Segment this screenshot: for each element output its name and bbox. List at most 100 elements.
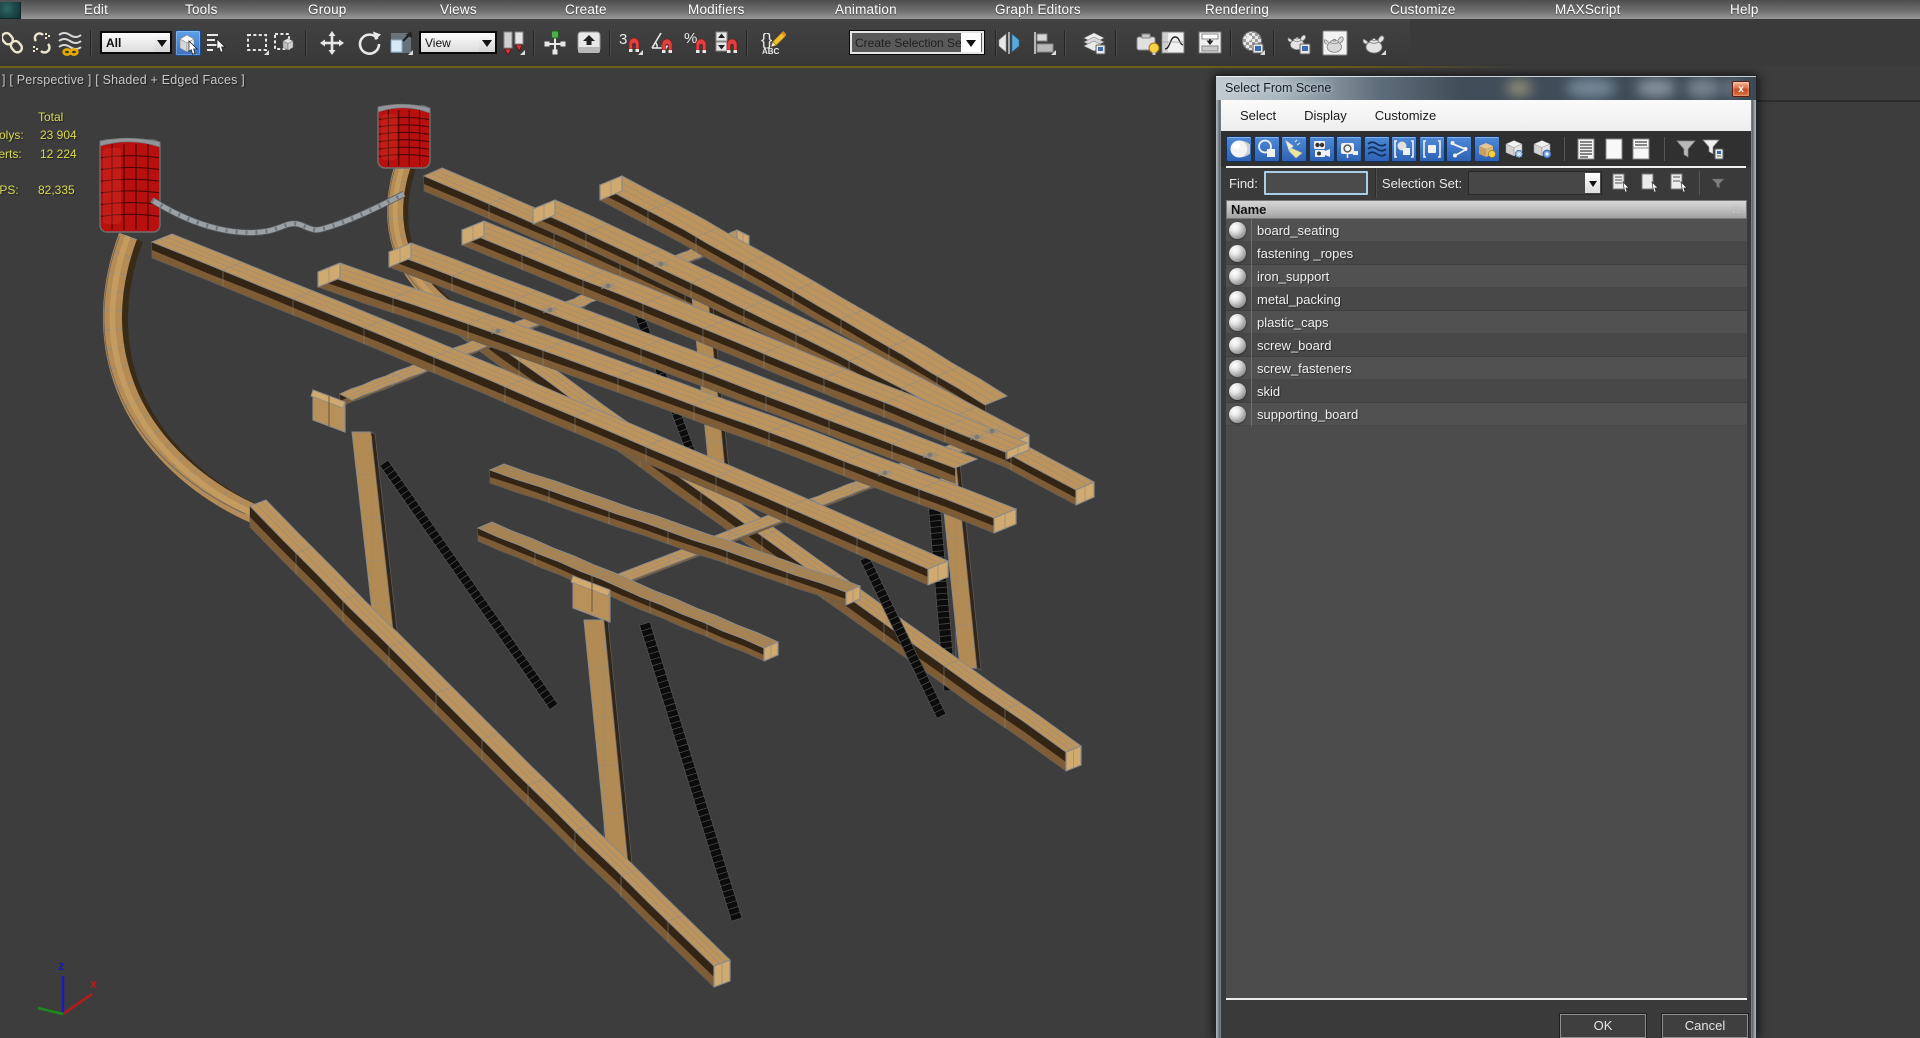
percent-snap-toggle-icon[interactable]: %: [684, 30, 710, 56]
menu-maxscript[interactable]: MAXScript: [1555, 0, 1621, 19]
reference-coordinate-system-combo[interactable]: View: [419, 31, 497, 54]
display-groups-icon[interactable]: [1391, 136, 1417, 162]
use-pivot-point-center-icon[interactable]: [500, 30, 526, 56]
dialog-titlebar[interactable]: Select From Scene x: [1215, 75, 1757, 100]
select-and-link-icon[interactable]: [1, 30, 27, 56]
display-space-warps-icon[interactable]: [1363, 136, 1390, 162]
close-icon[interactable]: x: [1732, 81, 1750, 97]
dialog-menu-customize[interactable]: Customize: [1361, 108, 1450, 123]
unlink-selection-icon[interactable]: [29, 30, 55, 56]
menu-group[interactable]: Group: [308, 0, 347, 19]
list-item[interactable]: supporting_board: [1226, 402, 1747, 426]
bind-to-space-warp-icon[interactable]: [57, 30, 83, 56]
screw-junction-mark: [490, 327, 506, 335]
list-item[interactable]: plastic_caps: [1226, 310, 1747, 334]
dialog-title: Select From Scene: [1225, 81, 1332, 95]
render-setup-icon[interactable]: [1287, 30, 1313, 56]
menu-help[interactable]: Help: [1730, 0, 1759, 19]
combo-arrow-icon[interactable]: [154, 33, 170, 52]
menu-views[interactable]: Views: [440, 0, 477, 19]
display-lights-icon[interactable]: [1281, 136, 1307, 162]
rectangular-selection-region-icon[interactable]: [244, 30, 270, 56]
selection-set-combo[interactable]: [1468, 171, 1603, 195]
filter-combo-icon[interactable]: [1709, 174, 1727, 192]
select-and-scale-icon[interactable]: [388, 30, 414, 56]
snaps-toggle-icon[interactable]: 3: [618, 30, 644, 56]
mirror-icon[interactable]: [996, 30, 1022, 56]
cancel-button[interactable]: Cancel: [1661, 1013, 1749, 1038]
menu-rendering[interactable]: Rendering: [1205, 0, 1269, 19]
combination-filter-icon[interactable]: [1700, 136, 1726, 162]
subtract-from-set-icon[interactable]: [1669, 172, 1689, 194]
dialog-button-bar: OK Cancel: [1221, 1001, 1751, 1038]
menu-modifiers[interactable]: Modifiers: [688, 0, 745, 19]
list-item[interactable]: iron_support: [1226, 264, 1747, 288]
menu-tools[interactable]: Tools: [185, 0, 218, 19]
combo-arrow-icon[interactable]: [961, 33, 981, 52]
rendered-frame-window-icon[interactable]: [1322, 30, 1348, 56]
schematic-view-icon[interactable]: [1197, 30, 1223, 56]
display-none-icon[interactable]: [1601, 136, 1627, 162]
find-input[interactable]: [1263, 171, 1368, 195]
keyboard-shortcut-override-icon[interactable]: [576, 30, 602, 56]
toolbar-separator: [609, 29, 611, 56]
display-all-icon[interactable]: [1573, 136, 1599, 162]
display-containers-icon[interactable]: [1473, 136, 1500, 162]
menu-graph-editors[interactable]: Graph Editors: [995, 0, 1081, 19]
edit-named-selection-sets-icon[interactable]: {} ABC: [760, 30, 786, 56]
manage-layers-icon[interactable]: [1082, 30, 1108, 56]
list-item[interactable]: screw_board: [1226, 333, 1747, 357]
render-production-icon[interactable]: [1361, 30, 1387, 56]
selection-filter-combo[interactable]: All: [100, 31, 172, 54]
display-shapes-icon[interactable]: [1253, 136, 1280, 162]
select-object-icon[interactable]: [175, 29, 201, 56]
display-inverted-icon[interactable]: [1628, 136, 1654, 162]
material-editor-icon[interactable]: [1240, 30, 1266, 56]
align-icon[interactable]: [1031, 30, 1057, 56]
display-bones-icon[interactable]: [1446, 136, 1472, 162]
angle-snap-toggle-icon[interactable]: [649, 30, 675, 56]
graphite-modeling-tools-icon[interactable]: [1135, 30, 1161, 56]
dialog-bottom-separator: [1226, 998, 1747, 1000]
dialog-client-area: Select Display Customize Find: Selection…: [1221, 100, 1751, 1038]
add-to-set-icon[interactable]: [1640, 172, 1660, 194]
dialog-menu-display[interactable]: Display: [1290, 108, 1361, 123]
menu-create[interactable]: Create: [565, 0, 607, 19]
list-item[interactable]: screw_fasteners: [1226, 356, 1747, 380]
select-by-name-icon[interactable]: [203, 30, 229, 56]
select-and-move-icon[interactable]: [319, 30, 345, 56]
geometry-sphere-icon: [1229, 313, 1246, 331]
menu-edit[interactable]: Edit: [84, 0, 108, 19]
list-item[interactable]: skid: [1226, 379, 1747, 403]
3dsmax-logo-icon[interactable]: [0, 1, 21, 19]
named-selection-sets-combo[interactable]: Create Selection Se: [849, 30, 985, 55]
display-cameras-icon[interactable]: [1308, 136, 1335, 162]
menu-customize[interactable]: Customize: [1390, 0, 1456, 19]
combo-arrow-icon[interactable]: [479, 33, 495, 52]
menu-animation[interactable]: Animation: [835, 0, 897, 19]
ok-button[interactable]: OK: [1559, 1013, 1647, 1038]
name-column-header[interactable]: Name △: [1226, 200, 1747, 219]
list-item[interactable]: board_seating: [1226, 219, 1747, 242]
select-and-rotate-icon[interactable]: [356, 30, 382, 56]
combo-arrow-icon[interactable]: [1585, 173, 1601, 193]
select-and-manipulate-icon[interactable]: [542, 30, 568, 56]
spinner-snap-toggle-icon[interactable]: [713, 30, 739, 56]
svg-text:3: 3: [619, 31, 627, 48]
select-whole-set-icon[interactable]: [1611, 172, 1631, 194]
geometry-sphere-icon: [1229, 359, 1246, 377]
toolbar-separator: [1273, 29, 1275, 56]
selection-filter-funnel-icon[interactable]: [1673, 136, 1699, 162]
list-item[interactable]: fastening _ropes: [1226, 241, 1747, 265]
display-xrefs-icon[interactable]: [1418, 136, 1445, 162]
screw-junction-mark: [984, 427, 1000, 435]
list-item[interactable]: metal_packing: [1226, 287, 1747, 311]
display-hidden-objects-icon[interactable]: [1529, 136, 1555, 162]
display-frozen-objects-icon[interactable]: [1501, 136, 1527, 162]
dialog-menu-select[interactable]: Select: [1221, 108, 1290, 123]
display-geometry-icon[interactable]: [1226, 136, 1252, 162]
curve-editor-icon[interactable]: [1160, 30, 1186, 56]
window-crossing-toggle-icon[interactable]: [272, 30, 298, 56]
sort-ascending-icon[interactable]: △: [1732, 204, 1740, 215]
display-helpers-icon[interactable]: [1336, 136, 1362, 162]
